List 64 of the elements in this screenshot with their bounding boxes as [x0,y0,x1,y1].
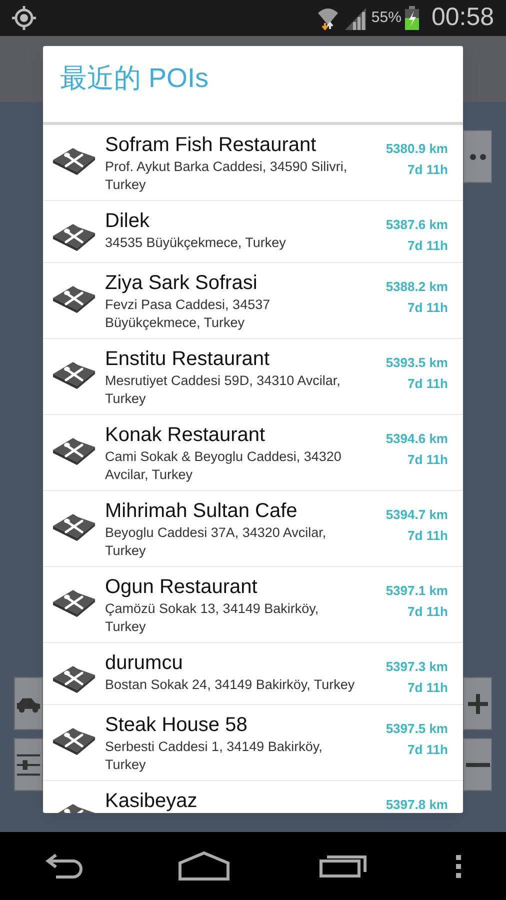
poi-address: Çamözü Sokak 13, 34149 Bakirköy, Turkey [105,600,320,636]
poi-list-item[interactable]: Dilek 34535 Büyükçekmece, Turkey 5387.6 km 7d 11h [43,201,463,263]
poi-distance: 5380.9 km [384,140,448,158]
poi-list-item[interactable]: Mihrimah Sultan Cafe Beyoglu Caddesi 37A, 34320 Avcilar, Turkey 5394.7 km 7d 11h [43,491,463,567]
poi-duration: 7d 11h [406,451,448,469]
gps-icon [12,6,36,30]
poi-address: Bostan Sokak 24, 34149 Bakirköy, Turkey [105,676,356,694]
poi-duration: 7d 11h [406,375,448,393]
home-button[interactable] [178,851,230,881]
poi-address: Beyoglu Caddesi 37A, 34320 Avcilar, Turkey [105,524,328,560]
poi-distance: 5397.8 km [384,796,448,813]
poi-list-item[interactable]: Steak House 58 Serbesti Caddesi 1, 34149 Bakirköy, Turkey 5397.5 km 7d 11h [43,705,463,781]
poi-distance: 5387.6 km [384,216,448,234]
poi-name: Mihrimah Sultan Cafe [105,499,298,524]
map-control-button[interactable] [463,130,492,183]
map-control-button[interactable] [14,677,43,730]
poi-duration: 7d 11h [406,527,448,545]
poi-list-item[interactable]: Ziya Sark Sofrasi Fevzi Pasa Caddesi, 34537 Büyükçekmece, Turkey 5388.2 km 7d 11h [43,263,463,339]
zoom-out-button[interactable] [463,738,492,791]
map-control-button[interactable] [14,738,43,791]
battery-percent: 55% [371,8,402,28]
poi-name: durumcu [105,651,184,676]
battery-icon [405,6,420,30]
poi-duration: 7d 11h [406,741,448,759]
poi-duration: 7d 11h [406,237,448,255]
menu-button[interactable] [454,854,462,878]
signal-icon [344,6,368,30]
poi-distance: 5393.5 km [384,354,448,372]
poi-distance: 5394.6 km [384,430,448,448]
poi-address: Serbesti Caddesi 1, 34149 Bakirköy, Turkey [105,738,324,774]
poi-name: Enstitu Restaurant [105,347,271,372]
poi-distance: 5397.3 km [384,658,448,676]
poi-address: Fevzi Pasa Caddesi, 34537 Büyükçekmece, Turkey [105,296,272,332]
poi-distance: 5397.1 km [384,582,448,600]
poi-duration: 7d 11h [406,679,448,697]
poi-list-item[interactable]: Ogun Restaurant Çamözü Sokak 13, 34149 Bakirköy, Turkey 5397.1 km 7d 11h [43,567,463,643]
plus-icon [466,692,490,716]
poi-name: Ziya Sark Sofrasi [105,271,258,296]
zoom-in-button[interactable] [463,677,492,730]
poi-distance: 5388.2 km [384,278,448,296]
more-icon [468,152,486,160]
minus-icon [466,762,490,766]
poi-duration: 7d 11h [406,161,448,179]
poi-list-item[interactable]: Konak Restaurant Cami Sokak & Beyoglu Caddesi, 34320 Avcilar, Turkey 5394.6 km 7d 11h [43,415,463,491]
poi-duration: 7d 11h [406,299,448,317]
poi-address: 34535 Büyükçekmece, Turkey [105,234,287,252]
poi-name: Ogun Restaurant [105,575,258,600]
poi-name: Kasibeyaz [105,789,198,813]
poi-address: Cami Sokak & Beyoglu Caddesi, 34320 Avcilar, Turkey [105,448,342,484]
poi-name: Konak Restaurant [105,423,266,448]
poi-distance: 5394.7 km [384,506,448,524]
poi-name: Sofram Fish Restaurant [105,133,318,158]
poi-list-item[interactable]: Enstitu Restaurant Mesrutiyet Caddesi 59D, 34310 Avcilar, Turkey 5393.5 km 7d 11h [43,339,463,415]
recent-apps-button[interactable] [318,853,367,879]
poi-name: Dilek [105,209,150,234]
clock: 00:58 [431,2,494,34]
poi-list-item[interactable]: durumcu Bostan Sokak 24, 34149 Bakirköy, Turkey 5397.3 km 7d 11h [43,643,463,705]
poi-name: Steak House 58 [105,713,248,738]
poi-address: Prof. Aykut Barka Caddesi, 34590 Silivri, Turkey [105,158,348,194]
poi-distance: 5397.5 km [384,720,448,738]
poi-address: Mesrutiyet Caddesi 59D, 34310 Avcilar, Turkey [105,372,342,408]
poi-duration: 7d 11h [406,603,448,621]
poi-list-item[interactable]: Sofram Fish Restaurant Prof. Aykut Barka Caddesi, 34590 Silivri, Turkey 5380.9 km 7d 11h [43,125,463,201]
dialog-title: 最近的 POIs [59,62,210,95]
